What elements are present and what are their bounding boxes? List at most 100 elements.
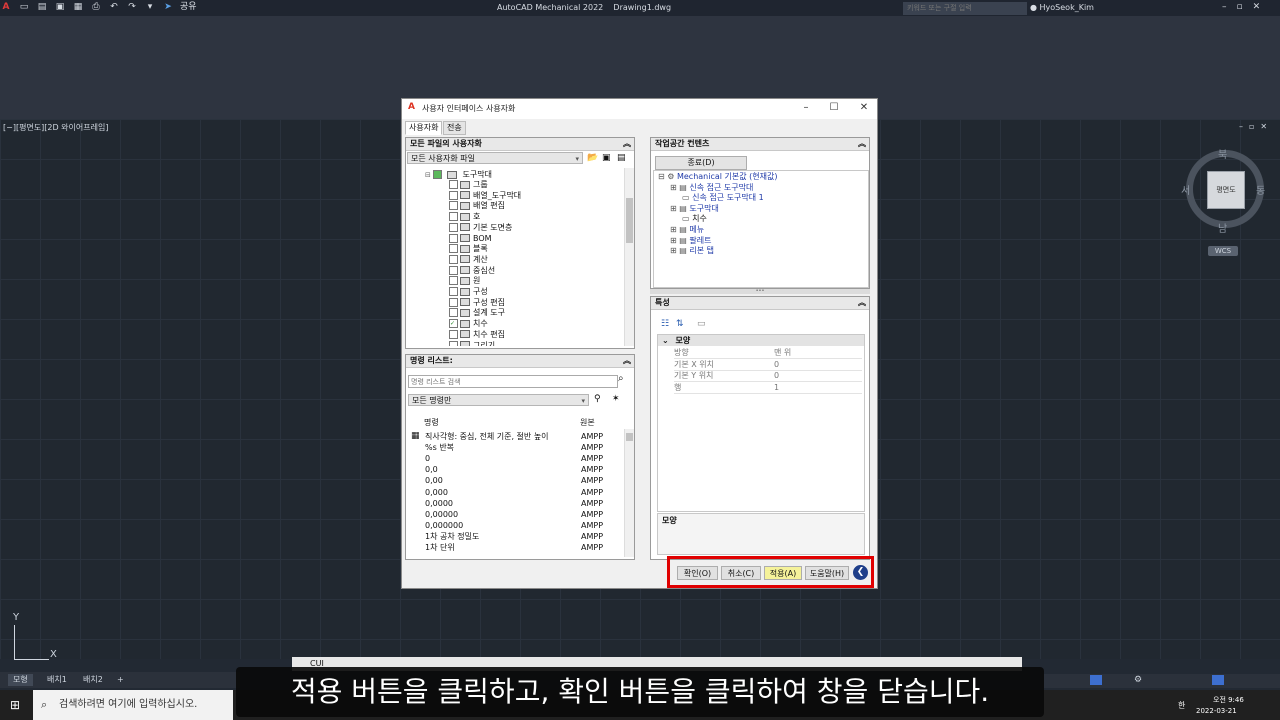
gear-icon[interactable]: ⚙ [1134, 675, 1142, 685]
viewcube-face[interactable]: 평면도 [1207, 171, 1245, 209]
status-isolate-icon[interactable] [1212, 675, 1224, 685]
tab-model[interactable]: 모형 [8, 674, 33, 686]
checkbox-icon[interactable] [449, 340, 458, 346]
workspace-tree-node[interactable]: ⊞ ▤ 리본 탭 [670, 246, 714, 256]
tab-transfer[interactable]: 전송 [443, 121, 466, 135]
checkbox-icon[interactable] [449, 222, 458, 232]
dialog-maximize-icon[interactable]: ☐ [826, 102, 842, 113]
tree-node-toolbar-item[interactable]: 원 [449, 276, 480, 286]
tree-node-toolbar-item[interactable]: ✓ 치수 [449, 319, 488, 329]
workspace-tree-node[interactable]: ⊞ ▤ 팔레트 [670, 236, 711, 246]
checkbox-icon[interactable] [449, 329, 458, 339]
checkbox-icon[interactable] [433, 170, 443, 179]
workspace-tree-node[interactable]: ⊞ ▤ 도구막대 [670, 204, 719, 214]
collapse-icon[interactable]: ︽ [623, 355, 631, 367]
share-icon[interactable]: ➤ [162, 2, 174, 13]
command-row[interactable]: 1차 단위 AMPP [407, 542, 623, 553]
checkbox-icon[interactable] [449, 287, 458, 296]
ime-indicator[interactable]: 한 [1178, 700, 1185, 711]
autocad-logo-icon[interactable]: A [0, 2, 12, 13]
save-icon[interactable]: ▣ [54, 2, 66, 13]
keyword-search-input[interactable] [903, 2, 1027, 15]
tree-node-toolbar-item[interactable]: 기본 도면층 [449, 222, 512, 233]
tree-node-toolbar-item[interactable]: 그리기 [449, 340, 495, 346]
tab-customize[interactable]: 사용자화 [405, 121, 443, 135]
command-row[interactable]: 0,00 AMPP [407, 475, 623, 486]
panel-splitter[interactable]: ••• [650, 289, 870, 294]
command-row[interactable]: 0,0000 AMPP [407, 498, 623, 509]
command-row[interactable]: %s 반복 AMPP [407, 442, 623, 453]
sort-alpha-icon[interactable]: ⇅ [676, 319, 684, 329]
tree-node-toolbar-item[interactable]: 설계 도구 [449, 308, 505, 318]
property-pages-icon[interactable]: ▭ [697, 319, 706, 329]
done-button[interactable]: 종료(D) [655, 156, 747, 170]
compass-north[interactable]: 북 [1218, 146, 1227, 161]
user-menu[interactable]: ● HyoSeok_Kim [1030, 3, 1094, 12]
command-search-filter-icon[interactable]: ⚲ [594, 394, 601, 404]
dialog-title-bar[interactable]: A 사용자 인터페이스 사용자화 – ☐ ✕ [402, 99, 877, 119]
clock-date[interactable]: 2022-03-21 [1196, 707, 1237, 715]
checkbox-icon[interactable] [449, 233, 458, 243]
tab-layout1[interactable]: 배치1 [42, 674, 72, 686]
undo-icon[interactable]: ↶ [108, 2, 120, 13]
compass-east[interactable]: 동 [1256, 182, 1265, 197]
tree-node-toolbar-item[interactable]: 중심선 [449, 265, 495, 276]
collapse-icon[interactable]: ︽ [858, 297, 866, 309]
tree-scrollbar[interactable] [624, 168, 634, 346]
command-scroll-thumb[interactable] [626, 433, 633, 441]
checkbox-icon[interactable] [449, 244, 458, 254]
viewport-minimize-icon[interactable]: – [1239, 122, 1249, 131]
save-as-icon[interactable]: ▦ [72, 2, 84, 13]
property-category-row[interactable]: ⌄ 모양 [658, 335, 864, 346]
open-file-icon[interactable]: ▤ [36, 2, 48, 13]
tree-node-toolbar-item[interactable]: 블록 [449, 244, 488, 254]
save-all-icon[interactable]: ▤ [617, 153, 626, 163]
collapse-node-icon[interactable]: ⊟ [425, 171, 431, 179]
share-label[interactable]: 공유 [180, 2, 197, 13]
viewport-close-icon[interactable]: ✕ [1260, 122, 1273, 131]
workspace-tree-node[interactable]: ▭ 치수 [682, 214, 707, 224]
tree-node-toolbar-item[interactable]: 구성 편집 [449, 297, 505, 308]
compass-west[interactable]: 서 [1181, 182, 1190, 197]
command-row[interactable]: 1차 공차 정밀도 AMPP [407, 531, 623, 542]
tree-node-toolbar-item[interactable]: BOM [449, 233, 492, 244]
tab-layout2[interactable]: 배치2 [78, 674, 108, 686]
tree-node-toolbar-item[interactable]: 호 [449, 212, 480, 222]
tree-node-toolbar-item[interactable]: 배열 편집 [449, 201, 505, 211]
checkbox-icon[interactable] [449, 212, 458, 222]
tree-node-toolbar-item[interactable]: 치수 편집 [449, 329, 505, 340]
checkbox-icon[interactable] [449, 190, 458, 200]
close-icon[interactable]: ✕ [1253, 2, 1271, 12]
search-icon[interactable]: ⌕ [618, 373, 624, 384]
property-row[interactable]: 방향 맨 위 [674, 347, 862, 359]
command-row[interactable]: 0 AMPP [407, 453, 623, 464]
status-grid-icon[interactable] [1090, 675, 1102, 685]
tree-scroll-thumb[interactable] [626, 198, 633, 243]
viewport-restore-icon[interactable]: ▫ [1249, 122, 1260, 131]
tree-node-toolbars[interactable]: ⊟ 도구막대 [425, 170, 492, 180]
property-row[interactable]: 기본 Y 위치 0 [674, 370, 862, 382]
wcs-menu[interactable]: WCS [1208, 246, 1238, 256]
windows-start-icon[interactable]: ⊞ [10, 698, 20, 712]
maximize-icon[interactable]: ▫ [1237, 2, 1253, 12]
new-command-icon[interactable]: ✶ [612, 394, 620, 404]
checked-checkbox-icon[interactable]: ✓ [449, 319, 458, 329]
workspace-tree-node[interactable]: ▭ 신속 접근 도구막대 1 [682, 193, 764, 203]
workspace-icon[interactable]: ▾ [144, 2, 156, 13]
checkbox-icon[interactable] [449, 201, 458, 211]
redo-icon[interactable]: ↷ [126, 2, 138, 13]
checkbox-icon[interactable] [449, 276, 458, 286]
checkbox-icon[interactable] [449, 180, 458, 189]
checkbox-icon[interactable] [449, 265, 458, 275]
workspace-tree-node[interactable]: ⊟ ⚙ Mechanical 기본값 (현재값) [658, 172, 777, 182]
minimize-icon[interactable]: – [1222, 2, 1237, 12]
clock-time[interactable]: 오전 9:46 [1213, 695, 1244, 705]
add-layout-icon[interactable]: + [112, 674, 129, 686]
collapse-icon[interactable]: ︽ [858, 138, 866, 150]
compass-south[interactable]: 남 [1218, 220, 1227, 235]
viewport-controls-label[interactable]: [−][평면도][2D 와이어프레임] [3, 122, 108, 133]
collapse-icon[interactable]: ︽ [623, 138, 631, 150]
checkbox-icon[interactable] [449, 297, 458, 307]
column-header-command[interactable]: 명령 [424, 417, 439, 428]
dialog-close-icon[interactable]: ✕ [856, 102, 872, 113]
